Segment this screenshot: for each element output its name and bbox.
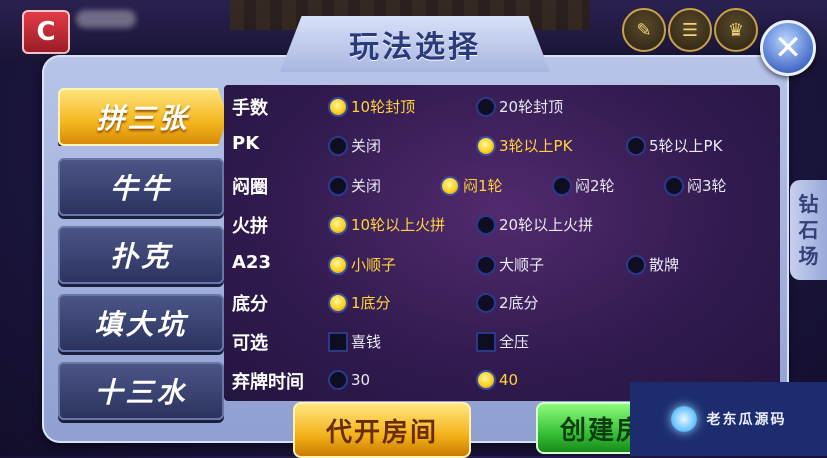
row-label-blind: 闷圈 [232,177,268,198]
radio-icon [476,292,496,313]
option-10-rounds[interactable]: 10轮封顶 [328,96,415,117]
option-fold-30[interactable]: 30 [328,370,370,390]
radio-icon [328,175,348,196]
menu-item-tiandakeng[interactable]: 填大坑 [58,294,224,352]
option-blind-2[interactable]: 闷2轮 [552,175,615,196]
radio-icon [476,214,496,235]
row-label-a23: A23 [232,252,271,273]
checkbox-icon [476,331,496,352]
radio-icon [552,175,572,196]
options-area [224,85,780,401]
radio-icon [328,135,348,156]
diamond-room-tab[interactable]: 钻 石 场 [790,180,827,280]
diamond-icon [670,406,697,432]
proxy-open-room-button[interactable]: 代开房间 [293,402,471,458]
panel-title-tab: 玩法选择 [280,16,550,72]
option-blind-off[interactable]: 关闭 [328,175,381,196]
option-base-1[interactable]: 1底分 [328,292,391,313]
radio-icon [328,214,348,235]
radio-icon [328,292,348,313]
player-id-blurred [76,10,136,28]
radio-icon [476,370,496,390]
radio-icon [440,175,460,196]
option-blind-3[interactable]: 闷3轮 [664,175,727,196]
row-label-fire: 火拼 [232,216,268,237]
radio-icon [626,135,646,156]
option-high-card[interactable]: 散牌 [626,254,679,275]
option-pk-5[interactable]: 5轮以上PK [626,135,722,156]
option-pk-off[interactable]: 关闭 [328,135,381,156]
menu-item-pinsanzhang[interactable]: 拼三张 [58,88,228,146]
option-small-straight[interactable]: 小顺子 [328,254,396,275]
checkbox-all-in[interactable]: 全压 [476,331,529,352]
menu-item-puke[interactable]: 扑克 [58,226,224,284]
radio-icon [328,96,348,117]
checkbox-icon [328,331,348,352]
radio-icon [626,254,646,275]
row-label-pk: PK [232,133,260,154]
option-fold-40[interactable]: 40 [476,370,518,390]
option-fire-10[interactable]: 10轮以上火拼 [328,214,445,235]
close-button[interactable]: ✕ [760,20,816,76]
option-big-straight[interactable]: 大顺子 [476,254,544,275]
menu-item-shisanshui[interactable]: 十三水 [58,362,224,420]
option-pk-3[interactable]: 3轮以上PK [476,135,572,156]
row-label-optional: 可选 [232,333,268,354]
watermark: 老东瓜源码 [630,382,827,456]
avatar[interactable]: C [22,10,70,54]
menu-icon[interactable]: ☰ [668,8,712,52]
menu-item-niuniu[interactable]: 牛牛 [58,158,224,216]
radio-icon [476,96,496,117]
radio-icon [664,175,684,196]
share-icon[interactable]: ✎ [622,8,666,52]
checkbox-xiqian[interactable]: 喜钱 [328,331,381,352]
row-label-rounds: 手数 [232,98,268,119]
radio-icon [328,254,348,275]
option-20-rounds[interactable]: 20轮封顶 [476,96,563,117]
option-base-2[interactable]: 2底分 [476,292,539,313]
option-blind-1[interactable]: 闷1轮 [440,175,503,196]
radio-icon [328,370,348,390]
page-title: 玩法选择 [349,30,481,65]
close-icon: ✕ [773,28,803,68]
radio-icon [476,135,496,156]
row-label-base-score: 底分 [232,294,268,315]
row-label-fold-time: 弃牌时间 [232,372,304,393]
option-fire-20[interactable]: 20轮以上火拼 [476,214,593,235]
cup-icon[interactable]: ♛ [714,8,758,52]
radio-icon [476,254,496,275]
